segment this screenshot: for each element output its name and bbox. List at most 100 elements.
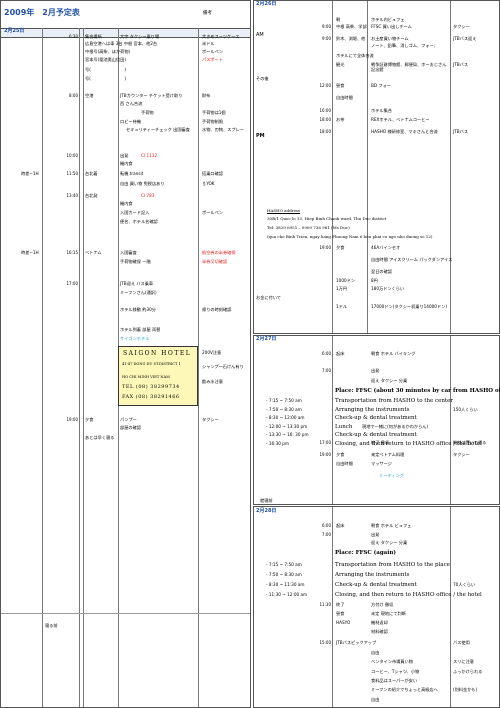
location-cell: 夕食 xyxy=(336,452,345,457)
hasho-address-line: Tel: 3829 6951 – 0909 736 961 (Ms Duc) xyxy=(267,225,350,230)
schedule-desc: Lunch xyxy=(335,423,353,430)
memo-cell: タクシー xyxy=(202,417,219,422)
detail-cell: ベンタイン市場買い物 xyxy=(371,659,413,664)
detail-cell: 180万ドンくらい xyxy=(371,286,405,291)
activity-cell: 宮本号(稲池奥山信田) xyxy=(85,57,126,62)
location-cell: サイゴンホテル xyxy=(120,336,150,341)
memo-cell: バス使用 xyxy=(453,640,470,645)
time-cell: 13:40 xyxy=(66,193,78,198)
place-line: Place: FFSC (again) xyxy=(335,550,396,556)
schedule-desc: Check-up & dental treatment xyxy=(335,582,417,588)
location-cell: 自由時間 xyxy=(336,461,353,466)
location-cell: 出発 xyxy=(120,153,129,158)
feb27-sheet: 2月27日 就寝前 6:00 起床 朝食 ホテル バイキング 7:00 出発 迎え タクシ… xyxy=(253,335,500,505)
schedule-desc: Check-up & dental treatment xyxy=(335,432,417,438)
schedule-desc: Arranging the instruments xyxy=(335,572,410,578)
detail-cell: 未定 現地にて判断 xyxy=(371,611,406,616)
activity-cell: 号( ) xyxy=(85,76,126,81)
location-cell: HASYO xyxy=(336,620,351,625)
time-cell: 19:00 xyxy=(66,417,78,422)
location-cell: お茶 xyxy=(336,117,345,122)
schedule-time: - 11:30 ~ 12:00 am xyxy=(266,592,308,597)
detail-cell: REXホテル、ベトナムコーヒー xyxy=(371,117,430,122)
time-cell: 9:00 xyxy=(322,36,331,41)
detail-cell: 終了 撤収 xyxy=(371,440,390,445)
schedule-time: - 8:30 ~ 11:30 am xyxy=(266,582,305,587)
time-cell: 16:00 xyxy=(319,108,331,113)
location-cell: 入国カード記入 xyxy=(120,210,150,215)
time-cell: 7:00 xyxy=(322,368,331,373)
hotel-fax: FAX (08) 38291466 xyxy=(122,394,180,400)
time-cell: 8:00 xyxy=(69,93,78,98)
time-cell: 18:00 xyxy=(319,117,331,122)
location-cell: 中根 高柴、学部 xyxy=(336,24,367,29)
memo-cell: (別料金かも) xyxy=(453,687,478,692)
detail-cell: 方付け 撤収 xyxy=(371,602,394,607)
detail-cell: ホテル集合 xyxy=(371,108,392,113)
location-cell: 便名、ホテル名確認 xyxy=(120,219,158,224)
detail-cell: 朝食 ホテル バイキング xyxy=(371,351,416,356)
location-cell: 観光 xyxy=(336,62,345,67)
day-label-feb26: 2月26日 xyxy=(256,1,277,7)
activity-cell: 広島空港へは車 3台 中根 宮本、他2台 xyxy=(85,41,158,46)
col-divider xyxy=(450,336,451,504)
detail-cell: 17000ドン(タクシー初乗り14000ドン) xyxy=(371,304,447,309)
detail-cell: BD フォー xyxy=(371,83,391,88)
detail-cell: マッサージ xyxy=(371,461,392,466)
location-cell: 起床 xyxy=(336,351,345,356)
col-divider xyxy=(42,28,43,707)
location-cell: 手荷物確保 一階 xyxy=(120,259,151,264)
hasho-address-line: 30B/1 Quoc lo 13, Hiep Binh Chanh ward, … xyxy=(267,216,387,221)
col-divider xyxy=(450,1,451,333)
time-cell: 6:00 xyxy=(322,351,331,356)
location-cell: ミーフンさん(通訳) xyxy=(120,290,157,295)
flight-code: CI 783 xyxy=(141,193,155,198)
memo-cell: スリに注意 xyxy=(453,659,474,664)
schedule-time: - 7:15 ~ 7:50 am xyxy=(266,398,302,403)
detail-cell: 翌日の確認 xyxy=(371,269,392,274)
detail-cell: 来定ベトナム料理 xyxy=(371,452,405,457)
hotel-card: SAIGON HOTEL 41-47 DONG DU ST.DISTRICT 1… xyxy=(118,346,198,406)
memo-cell: JTBバス xyxy=(453,129,469,134)
location-cell: 昼食 xyxy=(336,611,345,616)
memo-cell: 航空券の半券確保 xyxy=(202,250,236,255)
detail-cell: コーヒー、Tシャツ、小物 xyxy=(371,669,420,674)
col-divider xyxy=(367,1,368,333)
memo-cell: パスポート xyxy=(202,57,223,62)
time-cell: 10:00 xyxy=(66,153,78,158)
hotel-note: シャンプー石けん有り xyxy=(202,364,244,369)
schedule-desc: Transportation from HASHO to the center xyxy=(335,398,453,404)
detail-cell: HASHO 様研修室、マキさんと合流 xyxy=(371,129,438,134)
detail-cell: 迎え タクシー 分乗 xyxy=(371,378,408,383)
time-cell: 19:00 xyxy=(319,452,331,457)
schedule-time: - 13:30 ~ 16: 30 pm xyxy=(266,432,309,437)
sonota-label: その後 xyxy=(256,76,269,81)
schedule-time: - 16:30 pm xyxy=(266,440,289,446)
jisa-label-1: 時差−1H xyxy=(21,171,39,176)
memo-cell: 水物、刃物、スプレー xyxy=(202,127,244,132)
memo-cell: タクシー xyxy=(453,24,470,29)
detail-cell: 出発 xyxy=(371,368,380,373)
memo-cell: 手荷物は1個 xyxy=(202,110,226,115)
feb28-sheet: 2月28日 6:00 起床 朝食 ホテル ビュフェ 7:00 出発 迎え タクシー 分乗 P… xyxy=(253,506,500,708)
am-label: AM xyxy=(256,32,264,38)
time-cell: 17:00 xyxy=(66,281,78,286)
location-cell: 自由時間 xyxy=(336,95,353,100)
activity-cell: ベトナム xyxy=(85,250,102,255)
col-divider xyxy=(332,507,333,707)
activity-cell: 台北着 xyxy=(85,171,98,176)
memo-header: 備考 xyxy=(203,11,212,16)
memo-cell: 150人くらい xyxy=(453,406,478,412)
schedule-extra: 現地で一緒に(何があるかわからん) xyxy=(362,423,429,429)
col-divider xyxy=(450,507,451,707)
memo-cell: タクシー xyxy=(453,452,470,457)
location-cell: ホテルにて全体合流 xyxy=(336,53,374,58)
sheet-title: 2009年 2月予定表 xyxy=(4,8,80,17)
location-cell: 1ドル xyxy=(336,304,348,309)
memo-cell: 財布 xyxy=(202,93,211,98)
hotel-tel: TEL (08) 38299734 xyxy=(122,384,180,390)
detail-cell: 自由 xyxy=(371,650,380,655)
location-cell: セキュリティーチェック 出国審査 xyxy=(126,127,190,132)
detail-cell: 自由時間 アイスクリーム パックダンアイス xyxy=(371,257,453,262)
schedule-time: - 7:50 ~ 8:30 am xyxy=(266,572,302,577)
